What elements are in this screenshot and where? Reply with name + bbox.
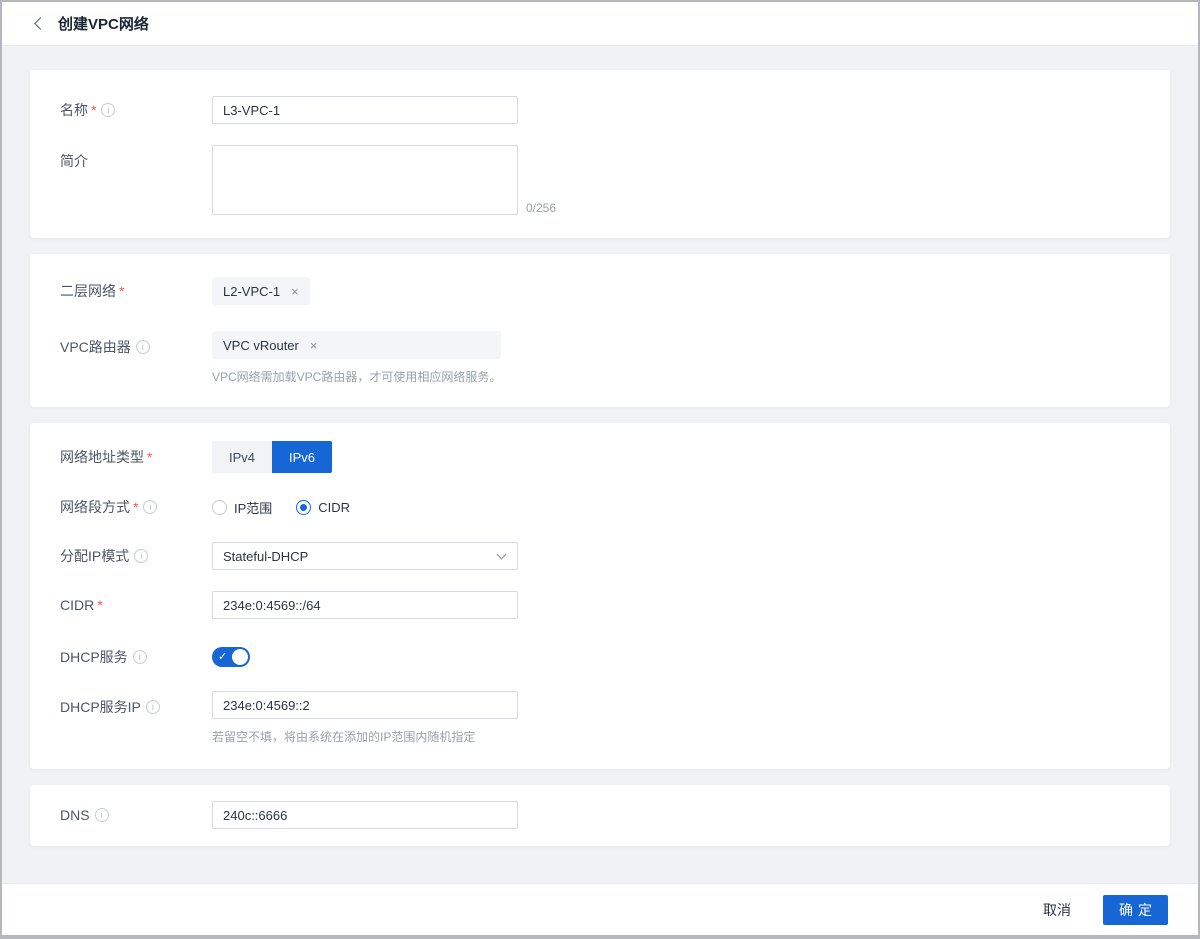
dhcp-service-label: DHCP服务 i	[60, 647, 212, 667]
required-mark: *	[91, 102, 96, 118]
l2-network-row: 二层网络 * L2-VPC-1 ×	[60, 277, 1140, 305]
vpc-router-row: VPC路由器 i VPC vRouter × VPC网络需加载VPC路由器，才可…	[60, 331, 1140, 385]
dhcp-ip-label: DHCP服务IP i	[60, 691, 212, 717]
l2-network-label: 二层网络 *	[60, 281, 212, 301]
ipv4-segment-button[interactable]: IPv4	[212, 441, 272, 473]
info-icon[interactable]: i	[146, 700, 160, 714]
create-vpc-network-page: 创建VPC网络 名称 * i 简介 0/256	[0, 0, 1200, 939]
dns-input[interactable]	[212, 801, 518, 829]
ip-alloc-mode-select[interactable]: Stateful-DHCP	[212, 542, 518, 570]
chevron-left-icon	[34, 17, 47, 30]
description-textarea[interactable]	[212, 145, 518, 215]
required-mark: *	[119, 283, 124, 299]
l2-network-tag: L2-VPC-1 ×	[212, 277, 310, 305]
cidr-row: CIDR *	[60, 591, 1140, 619]
vpc-router-help-text: VPC网络需加载VPC路由器，才可使用相应网络服务。	[212, 368, 501, 385]
cancel-button[interactable]: 取消	[1043, 900, 1071, 920]
radio-icon	[212, 500, 227, 515]
toggle-knob	[232, 649, 248, 665]
page-footer: 取消 确定	[2, 883, 1198, 935]
dns-row: DNS i	[60, 801, 1140, 829]
dns-label: DNS i	[60, 807, 212, 823]
form-content: 名称 * i 简介 0/256	[2, 46, 1198, 883]
required-mark: *	[97, 597, 102, 613]
name-row: 名称 * i	[60, 96, 1140, 124]
info-icon[interactable]: i	[95, 808, 109, 822]
address-type-row: 网络地址类型 * IPv4 IPv6	[60, 441, 1140, 473]
dhcp-ip-row: DHCP服务IP i 若留空不填，将由系统在添加的IP范围内随机指定	[60, 691, 1140, 745]
address-settings-card: 网络地址类型 * IPv4 IPv6 网络段方式 * i IP范围	[30, 423, 1170, 769]
back-button[interactable]	[36, 19, 45, 28]
dhcp-ip-help-text: 若留空不填，将由系统在添加的IP范围内随机指定	[212, 728, 518, 745]
dhcp-ip-input[interactable]	[212, 691, 518, 719]
dhcp-service-row: DHCP服务 i ✓	[60, 647, 1140, 667]
selected-option: Stateful-DHCP	[223, 549, 308, 564]
name-label: 名称 * i	[60, 100, 212, 120]
info-icon[interactable]: i	[134, 549, 148, 563]
vpc-router-label: VPC路由器 i	[60, 331, 212, 357]
ipv6-segment-button[interactable]: IPv6	[272, 441, 332, 473]
confirm-button[interactable]: 确定	[1103, 895, 1168, 925]
cidr-input[interactable]	[212, 591, 518, 619]
network-binding-card: 二层网络 * L2-VPC-1 × VPC路由器 i VPC vR	[30, 254, 1170, 407]
description-row: 简介 0/256	[60, 145, 1140, 215]
segment-method-row: 网络段方式 * i IP范围 CIDR	[60, 497, 1140, 517]
info-icon[interactable]: i	[101, 103, 115, 117]
dhcp-service-toggle[interactable]: ✓	[212, 647, 250, 667]
chevron-down-icon	[497, 550, 507, 560]
name-input[interactable]	[212, 96, 518, 124]
ip-version-segmented-control: IPv4 IPv6	[212, 441, 332, 473]
cidr-radio[interactable]: CIDR	[296, 500, 350, 515]
check-icon: ✓	[218, 652, 227, 663]
close-icon[interactable]: ×	[291, 285, 299, 298]
ip-alloc-mode-row: 分配IP模式 i Stateful-DHCP	[60, 542, 1140, 570]
required-mark: *	[147, 449, 152, 465]
dns-card: DNS i	[30, 785, 1170, 846]
segment-method-label: 网络段方式 * i	[60, 497, 212, 517]
page-title: 创建VPC网络	[58, 13, 149, 34]
info-icon[interactable]: i	[136, 340, 150, 354]
required-mark: *	[133, 499, 138, 515]
radio-checked-icon	[296, 500, 311, 515]
segment-method-radio-group: IP范围 CIDR	[212, 498, 374, 517]
basic-info-card: 名称 * i 简介 0/256	[30, 70, 1170, 238]
page-header: 创建VPC网络	[2, 2, 1198, 46]
info-icon[interactable]: i	[143, 500, 157, 514]
ip-range-radio[interactable]: IP范围	[212, 498, 272, 517]
description-label: 简介	[60, 145, 212, 171]
info-icon[interactable]: i	[133, 650, 147, 664]
close-icon[interactable]: ×	[310, 339, 318, 352]
ip-alloc-mode-label: 分配IP模式 i	[60, 546, 212, 566]
cidr-label: CIDR *	[60, 597, 212, 613]
vpc-router-tag: VPC vRouter ×	[212, 331, 501, 359]
char-counter: 0/256	[526, 201, 556, 215]
address-type-label: 网络地址类型 *	[60, 447, 212, 467]
